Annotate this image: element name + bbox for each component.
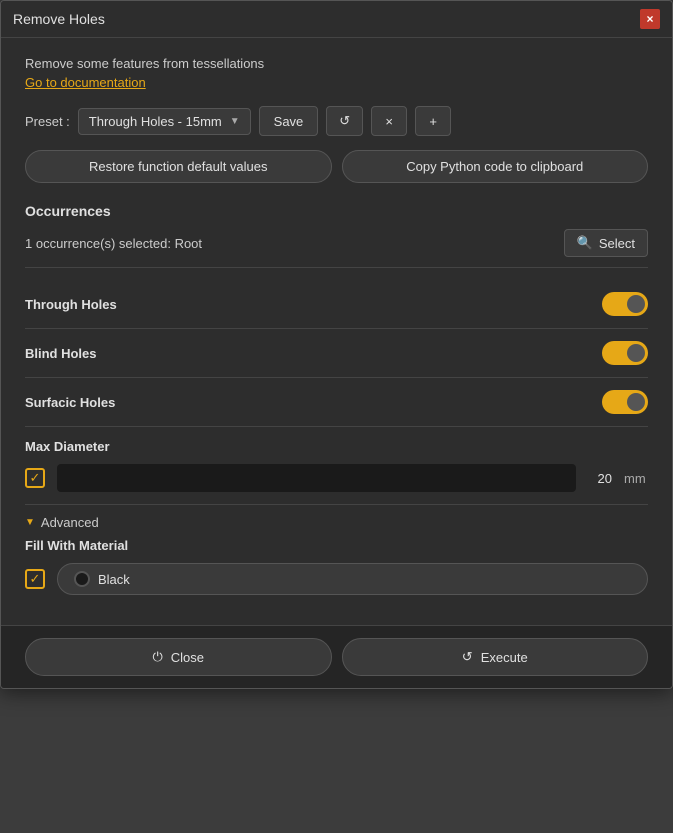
execute-label: Execute (481, 650, 528, 665)
refresh-button[interactable]: ↺ (326, 106, 363, 136)
through-holes-row: Through Holes (25, 280, 648, 329)
copy-python-button[interactable]: Copy Python code to clipboard (342, 150, 649, 183)
max-diameter-title: Max Diameter (25, 439, 648, 454)
blind-holes-label: Blind Holes (25, 346, 97, 361)
diameter-value: 20 (588, 471, 612, 486)
diameter-input-row: ✓ 20 mm (25, 464, 648, 492)
material-color-dot (74, 571, 90, 587)
occurrences-section: Occurrences 1 occurrence(s) selected: Ro… (25, 203, 648, 268)
fill-material-title: Fill With Material (25, 538, 648, 553)
surfacic-holes-label: Surfacic Holes (25, 395, 115, 410)
max-diameter-section: Max Diameter ✓ 20 mm (25, 427, 648, 505)
chevron-down-icon: ▼ (25, 517, 35, 528)
description-text: Remove some features from tessellations (25, 56, 648, 71)
title-bar: Remove Holes × (1, 1, 672, 38)
window-title: Remove Holes (13, 11, 105, 27)
preset-value: Through Holes - 15mm (89, 114, 222, 129)
through-holes-toggle[interactable] (602, 292, 648, 316)
fill-material-section: Fill With Material ✓ Black (25, 538, 648, 607)
surfacic-holes-row: Surfacic Holes (25, 378, 648, 427)
footer: ⏻ Close ↺ Execute (1, 625, 672, 688)
max-diameter-checkbox[interactable]: ✓ (25, 468, 45, 488)
select-button[interactable]: 🔍 Select (564, 229, 648, 257)
diameter-slider[interactable] (57, 464, 576, 492)
material-label: Black (98, 572, 130, 587)
execute-icon: ↺ (462, 649, 473, 665)
advanced-label: Advanced (41, 515, 99, 530)
occurrences-title: Occurrences (25, 203, 648, 219)
search-icon: 🔍 (577, 235, 593, 251)
select-label: Select (599, 236, 635, 251)
fill-material-checkbox[interactable]: ✓ (25, 569, 45, 589)
remove-holes-window: Remove Holes × Remove some features from… (0, 0, 673, 689)
window-close-button[interactable]: × (640, 9, 660, 29)
save-button[interactable]: Save (259, 106, 319, 136)
add-button[interactable]: + (415, 106, 451, 136)
preset-label: Preset : (25, 114, 70, 129)
blind-holes-toggle[interactable] (602, 341, 648, 365)
through-holes-label: Through Holes (25, 297, 117, 312)
advanced-row[interactable]: ▼ Advanced (25, 505, 648, 538)
close-button[interactable]: ⏻ Close (25, 638, 332, 676)
surfacic-holes-toggle[interactable] (602, 390, 648, 414)
material-dropdown[interactable]: Black (57, 563, 648, 595)
diameter-unit: mm (624, 471, 648, 486)
occurrences-text: 1 occurrence(s) selected: Root (25, 236, 202, 251)
restore-defaults-button[interactable]: Restore function default values (25, 150, 332, 183)
doc-link[interactable]: Go to documentation (25, 75, 146, 90)
preset-dropdown[interactable]: Through Holes - 15mm ▼ (78, 108, 251, 135)
close-label: Close (171, 650, 204, 665)
actions-row: Restore function default values Copy Pyt… (25, 150, 648, 183)
main-content: Remove some features from tessellations … (1, 38, 672, 625)
clear-button[interactable]: × (371, 106, 407, 136)
execute-button[interactable]: ↺ Execute (342, 638, 649, 676)
preset-row: Preset : Through Holes - 15mm ▼ Save ↺ ×… (25, 106, 648, 136)
blind-holes-row: Blind Holes (25, 329, 648, 378)
power-icon: ⏻ (152, 649, 162, 665)
occurrences-row: 1 occurrence(s) selected: Root 🔍 Select (25, 229, 648, 268)
chevron-down-icon: ▼ (230, 116, 240, 127)
fill-material-row: ✓ Black (25, 563, 648, 595)
